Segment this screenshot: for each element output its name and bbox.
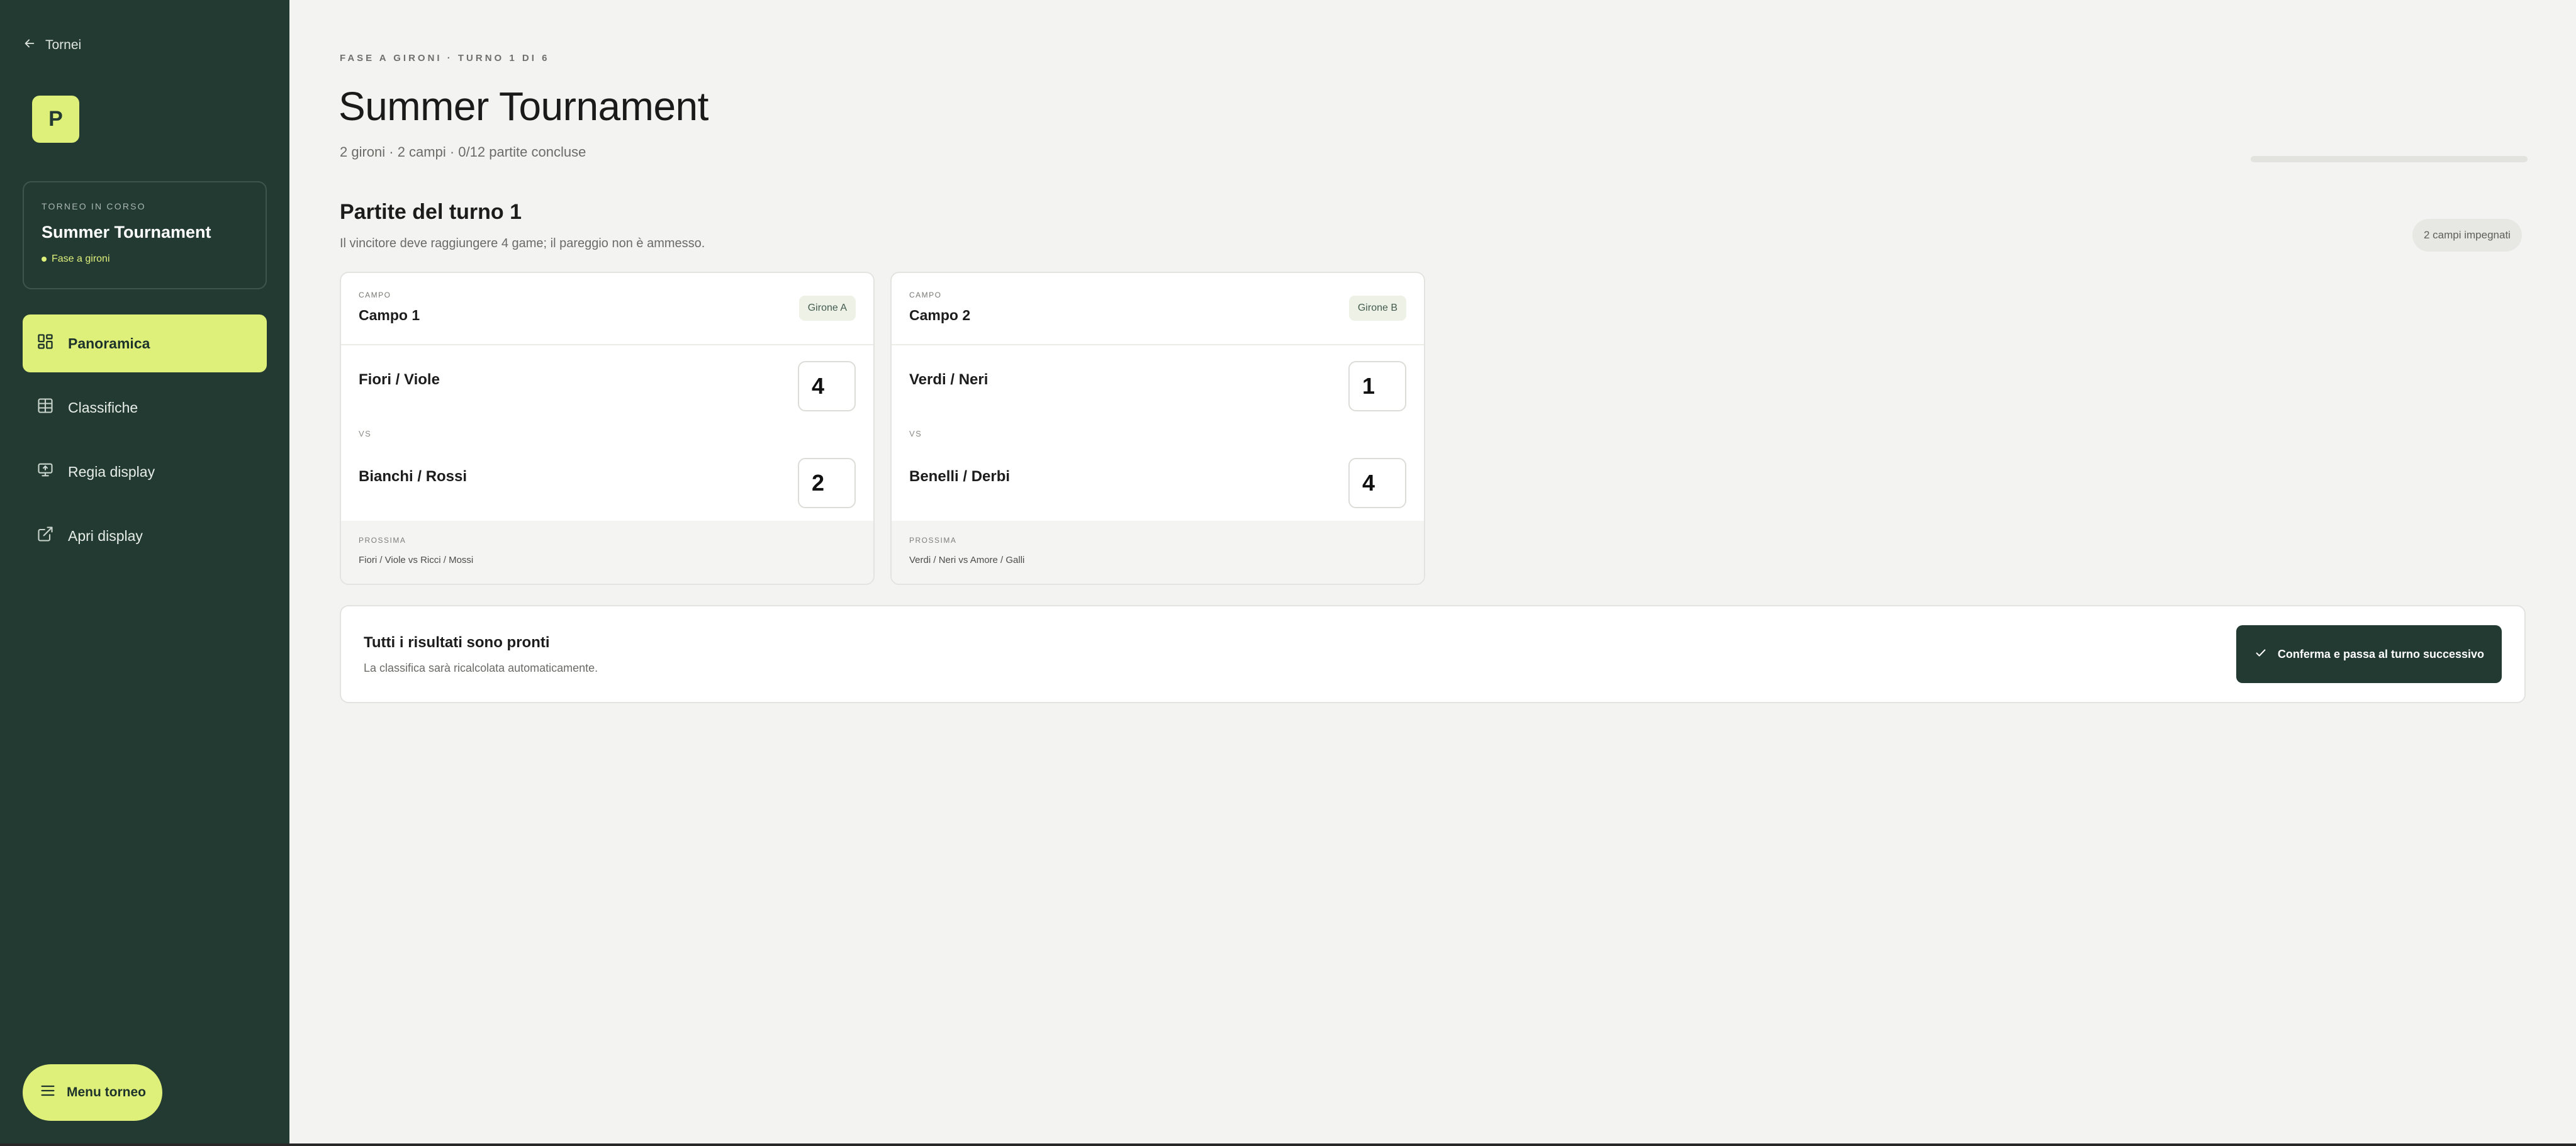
- sidebar-item-panoramica[interactable]: Panoramica: [23, 314, 267, 372]
- current-tournament-card: TORNEO IN CORSO Summer Tournament Fase a…: [23, 181, 267, 289]
- external-link-icon: [36, 525, 54, 547]
- sidebar-nav: Panoramica Classifiche Regia display Apr…: [23, 314, 267, 565]
- tournament-menu-label: Menu torneo: [67, 1085, 146, 1099]
- court-name: Campo 1: [359, 307, 420, 323]
- matches-progress-bar: [2251, 156, 2528, 162]
- tournament-card-name: Summer Tournament: [42, 223, 211, 242]
- team-b-score-input[interactable]: 2: [798, 458, 856, 508]
- app-window: Tornei P TORNEO IN CORSO Summer Tourname…: [0, 0, 2576, 1143]
- team-a-score-input[interactable]: 1: [1348, 361, 1406, 411]
- team-b-name: Bianchi / Rossi: [359, 468, 468, 485]
- court-name: Campo 2: [909, 307, 971, 323]
- confirm-next-round-button[interactable]: Conferma e passa al turno successivo: [2236, 625, 2502, 683]
- versus-label: VS: [359, 429, 372, 438]
- court-header: CAMPO Campo 1 Girone A: [341, 273, 873, 345]
- page-title: Summer Tournament: [339, 84, 708, 129]
- court-kicker: CAMPO: [909, 291, 942, 299]
- monitor-icon: [36, 461, 54, 482]
- grid-icon: [36, 333, 54, 354]
- sidebar-item-classifiche[interactable]: Classifiche: [23, 379, 267, 437]
- check-icon: [2254, 646, 2268, 663]
- brand-logo: P: [32, 96, 79, 143]
- sidebar-item-regia-display[interactable]: Regia display: [23, 443, 267, 501]
- arrow-left-icon: [23, 36, 36, 54]
- court-header: CAMPO Campo 2 Girone B: [892, 273, 1424, 345]
- team-b-score-input[interactable]: 4: [1348, 458, 1406, 508]
- sidebar-item-label: Regia display: [68, 463, 155, 480]
- team-a-score-input[interactable]: 4: [798, 361, 856, 411]
- team-a-name: Fiori / Viole: [359, 371, 440, 388]
- courts-busy-badge: 2 campi impegnati: [2412, 219, 2522, 252]
- next-match-text: Verdi / Neri vs Amore / Galli: [909, 555, 1025, 565]
- versus-label: VS: [909, 429, 922, 438]
- hamburger-icon: [39, 1082, 57, 1103]
- back-to-tournaments-link[interactable]: Tornei: [23, 35, 81, 56]
- next-match-text: Fiori / Viole vs Ricci / Mossi: [359, 555, 474, 565]
- table-icon: [36, 397, 54, 418]
- team-b-name: Benelli / Derbi: [909, 468, 1011, 485]
- status-dot-icon: [42, 257, 47, 262]
- court-card-2: CAMPO Campo 2 Girone B Verdi / Neri 1 VS…: [890, 272, 1425, 585]
- tournament-meta: 2 gironi · 2 campi · 0/12 partite conclu…: [340, 144, 586, 160]
- tournament-menu-button[interactable]: Menu torneo: [23, 1064, 162, 1121]
- group-badge: Girone B: [1348, 296, 1406, 321]
- next-match-kicker: PROSSIMA: [359, 536, 406, 545]
- sidebar-item-label: Classifiche: [68, 399, 138, 416]
- main-content: FASE A GIRONI · TURNO 1 DI 6 Summer Tour…: [289, 0, 2576, 1143]
- results-ready-panel: Tutti i risultati sono pronti La classif…: [340, 605, 2526, 703]
- tournament-phase: Fase a gironi: [42, 253, 248, 265]
- sidebar-item-apri-display[interactable]: Apri display: [23, 507, 267, 565]
- court-kicker: CAMPO: [359, 291, 391, 299]
- confirm-button-label: Conferma e passa al turno successivo: [2277, 647, 2485, 660]
- results-ready-title: Tutti i risultati sono pronti: [364, 634, 550, 651]
- group-badge: Girone A: [798, 296, 856, 321]
- round-title: Partite del turno 1: [340, 200, 522, 224]
- sidebar: Tornei P TORNEO IN CORSO Summer Tourname…: [0, 0, 289, 1143]
- sidebar-item-label: Apri display: [68, 527, 143, 544]
- next-match-kicker: PROSSIMA: [909, 536, 957, 545]
- next-match-footer: PROSSIMA Verdi / Neri vs Amore / Galli: [892, 521, 1424, 584]
- tournament-phase-label: Fase a gironi: [52, 253, 110, 264]
- tournament-card-kicker: TORNEO IN CORSO: [42, 201, 146, 211]
- phase-kicker: FASE A GIRONI · TURNO 1 DI 6: [340, 53, 550, 64]
- court-card-1: CAMPO Campo 1 Girone A Fiori / Viole 4 V…: [340, 272, 875, 585]
- back-link-label: Tornei: [45, 38, 82, 52]
- round-subtitle: Il vincitore deve raggiungere 4 game; il…: [340, 236, 705, 250]
- results-ready-subtitle: La classifica sarà ricalcolata automatic…: [364, 662, 598, 674]
- sidebar-item-label: Panoramica: [68, 335, 150, 352]
- next-match-footer: PROSSIMA Fiori / Viole vs Ricci / Mossi: [341, 521, 873, 584]
- team-a-name: Verdi / Neri: [909, 371, 988, 388]
